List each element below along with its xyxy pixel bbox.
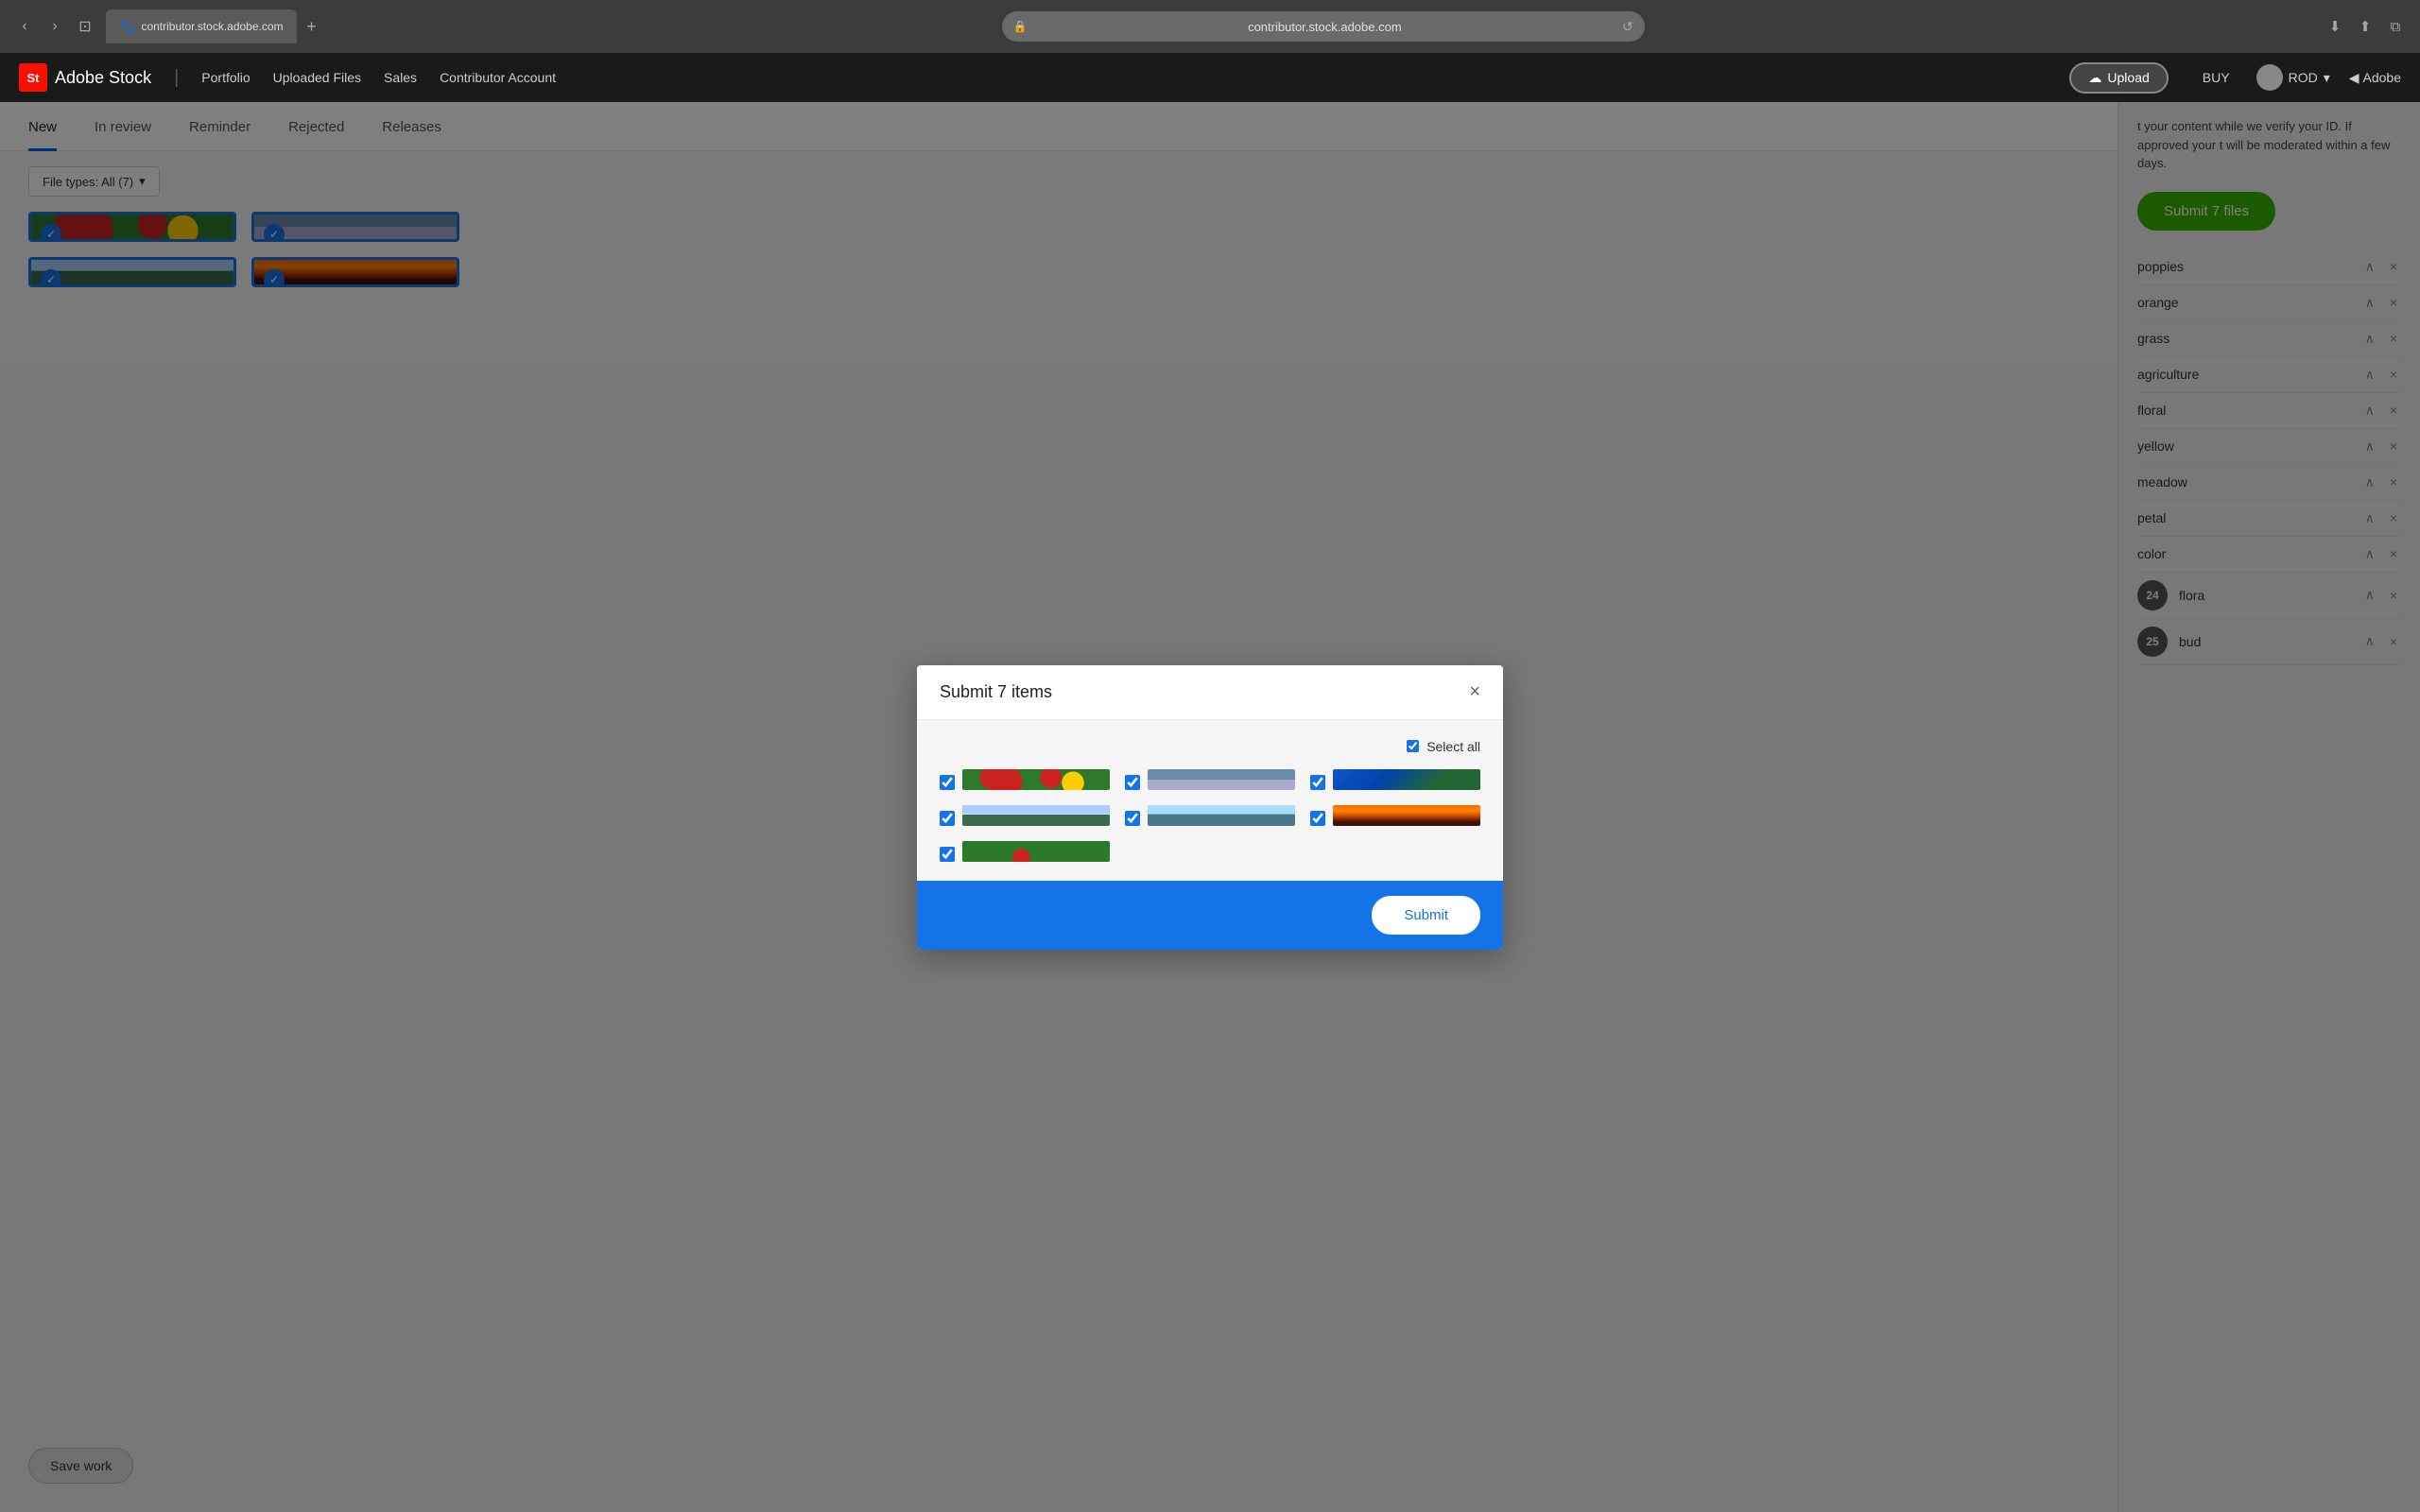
user-menu[interactable]: ROD ▾ [2256, 64, 2330, 91]
modal-close-button[interactable]: × [1469, 682, 1480, 701]
adobe-icon: ◀ [2349, 70, 2360, 86]
nav-portfolio[interactable]: Portfolio [201, 66, 250, 89]
upload-icon: ☁ [2088, 70, 2101, 86]
browser-actions: ⬇ ⬆ ⧉ [2322, 13, 2409, 40]
browser-tab[interactable]: 🐾 contributor.stock.adobe.com [106, 9, 297, 43]
user-dropdown-icon: ▾ [2324, 70, 2330, 86]
modal-image-item [940, 805, 1110, 826]
image-thumbnail-fjord [1333, 769, 1480, 790]
image-checkbox[interactable] [1125, 775, 1140, 790]
reload-button[interactable]: ↺ [1622, 19, 1634, 35]
modal-image-item [1125, 805, 1295, 826]
modal-image-item [1125, 769, 1295, 790]
user-avatar [2256, 64, 2283, 91]
lock-icon: 🔒 [1013, 20, 1028, 33]
forward-button[interactable]: › [42, 13, 68, 40]
modal-overlay[interactable]: Submit 7 items × Select all [0, 102, 2420, 1512]
image-checkbox[interactable] [1310, 775, 1325, 790]
image-thumbnail-mountains2 [1148, 805, 1295, 826]
nav-uploaded-files[interactable]: Uploaded Files [273, 66, 361, 89]
browser-nav: ‹ › ⊡ [11, 13, 98, 40]
upload-button[interactable]: ☁ Upload [2069, 62, 2168, 94]
modal-footer: Submit [917, 881, 1503, 950]
adobe-link[interactable]: ◀ Adobe [2349, 70, 2401, 86]
adobe-logo-box: St [19, 63, 47, 92]
modal-body: Select all [917, 720, 1503, 881]
select-all-checkbox[interactable] [1407, 740, 1419, 752]
nav-contributor-account[interactable]: Contributor Account [440, 66, 556, 89]
modal-image-item [1310, 805, 1480, 826]
image-thumbnail-boat [1148, 769, 1295, 790]
image-thumbnail-sunset [1333, 805, 1480, 826]
nav-sales[interactable]: Sales [384, 66, 417, 89]
modal-image-item [1310, 769, 1480, 790]
browser-chrome: ‹ › ⊡ 🐾 contributor.stock.adobe.com + 🔒 … [0, 0, 2420, 53]
page-content: New In review Reminder Rejected Releases… [0, 102, 2420, 1512]
image-checkbox[interactable] [940, 811, 955, 826]
tab-favicon: 🐾 [119, 19, 135, 35]
header-nav: Portfolio Uploaded Files Sales Contribut… [201, 66, 556, 89]
select-all-row: Select all [940, 739, 1480, 754]
modal-submit-button[interactable]: Submit [1372, 896, 1480, 935]
back-button[interactable]: ‹ [11, 13, 38, 40]
upload-label: Upload [2107, 70, 2149, 85]
header-divider: | [174, 67, 179, 89]
buy-text: BUY [2203, 70, 2230, 85]
select-all-label[interactable]: Select all [1426, 739, 1480, 754]
url-text: contributor.stock.adobe.com [1035, 20, 1615, 34]
tab-label: contributor.stock.adobe.com [141, 20, 283, 33]
brand-name: Adobe Stock [55, 68, 151, 88]
adobe-text: Adobe [2363, 70, 2401, 85]
image-checkbox[interactable] [940, 847, 955, 862]
submit-modal: Submit 7 items × Select all [917, 665, 1503, 950]
fullscreen-button[interactable]: ⧉ [2382, 13, 2409, 40]
sidebar-toggle-button[interactable]: ⊡ [72, 13, 98, 40]
modal-image-grid [940, 769, 1480, 862]
modal-image-item [940, 841, 1110, 862]
image-checkbox[interactable] [1125, 811, 1140, 826]
modal-image-item [940, 769, 1110, 790]
image-checkbox[interactable] [1310, 811, 1325, 826]
modal-title: Submit 7 items [940, 682, 1052, 702]
share-button[interactable]: ⬆ [2352, 13, 2378, 40]
app-header: St Adobe Stock | Portfolio Uploaded File… [0, 53, 2420, 102]
image-thumbnail-village [962, 841, 1110, 862]
download-button[interactable]: ⬇ [2322, 13, 2348, 40]
address-bar[interactable]: 🔒 contributor.stock.adobe.com ↺ [1002, 11, 1645, 42]
browser-tab-bar: 🐾 contributor.stock.adobe.com + [106, 9, 325, 43]
image-checkbox[interactable] [940, 775, 955, 790]
modal-header: Submit 7 items × [917, 665, 1503, 720]
adobe-logo: St Adobe Stock [19, 63, 151, 92]
new-tab-button[interactable]: + [299, 13, 325, 40]
image-thumbnail-mountains [962, 805, 1110, 826]
image-thumbnail-flowers [962, 769, 1110, 790]
user-name: ROD [2289, 70, 2318, 85]
